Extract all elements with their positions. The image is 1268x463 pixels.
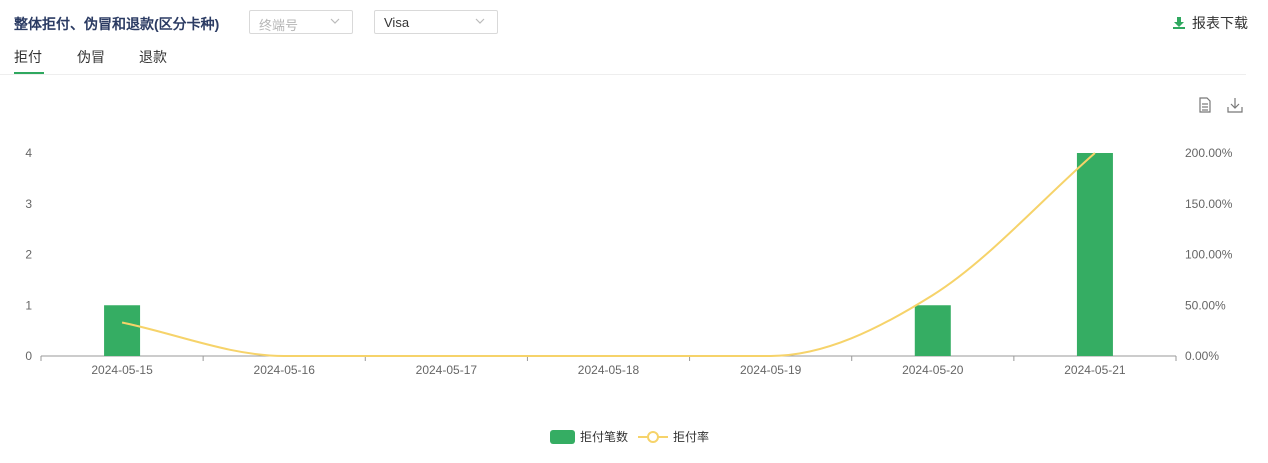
chart-bar[interactable]	[104, 305, 141, 356]
chart-legend: 拒付笔数 拒付率	[550, 428, 709, 445]
legend-bar-swatch[interactable]	[550, 429, 575, 444]
x-tick-label: 2024-05-18	[578, 363, 640, 377]
y-left-tick-label: 0	[25, 349, 32, 363]
y-right-tick-label: 200.00%	[1185, 146, 1233, 160]
x-tick-label: 2024-05-17	[416, 363, 478, 377]
y-left-tick-label: 2	[25, 248, 32, 262]
x-tick-label: 2024-05-15	[91, 363, 153, 377]
y-right-tick-label: 100.00%	[1185, 248, 1233, 262]
y-left-tick-label: 3	[25, 197, 32, 211]
y-right-tick-label: 0.00%	[1185, 349, 1219, 363]
y-right-tick-label: 50.00%	[1185, 298, 1226, 312]
x-tick-label: 2024-05-19	[740, 363, 802, 377]
x-tick-label: 2024-05-16	[254, 363, 316, 377]
y-left-tick-label: 4	[25, 146, 32, 160]
legend-line-label[interactable]: 拒付率	[673, 428, 709, 445]
legend-line-swatch[interactable]	[638, 430, 669, 444]
y-left-tick-label: 1	[25, 298, 32, 312]
legend-bar-label[interactable]: 拒付笔数	[580, 428, 628, 445]
x-tick-label: 2024-05-21	[1064, 363, 1126, 377]
chart-bar[interactable]	[914, 305, 951, 356]
y-right-tick-label: 150.00%	[1185, 197, 1233, 211]
x-tick-label: 2024-05-20	[902, 363, 964, 377]
chart-bar[interactable]	[1076, 153, 1113, 356]
chargeback-chart: 2024-05-15 2024-05-16 2024-05-17 2024-05-18…	[25, 146, 1233, 377]
